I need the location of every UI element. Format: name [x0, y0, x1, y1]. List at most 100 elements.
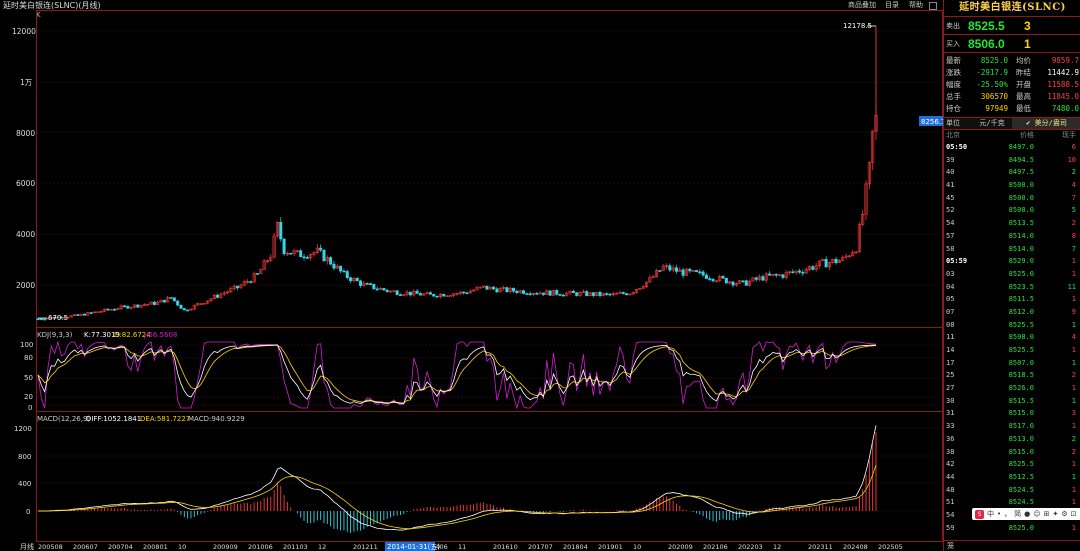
candle-body: [801, 271, 805, 274]
unit-label: 单位: [946, 119, 960, 127]
tick-volume: 2: [1071, 168, 1076, 177]
candle-body: [186, 309, 190, 312]
chart-area[interactable]: 延时美白银连(SLNC)(月线) K 商品叠加 目录 帮助 12000 1万 8…: [0, 0, 943, 551]
candle-body: [668, 265, 672, 271]
time-tick-label: 200909: [213, 543, 238, 551]
time-tick-label: 202203: [738, 543, 763, 551]
tick-volume: 1: [1071, 460, 1076, 469]
kline-chart[interactable]: 12000 1万 8000 6000 4000 2000 12178.5 670…: [0, 0, 943, 551]
price-axis-label: 2000: [16, 281, 35, 290]
candle-body: [615, 293, 619, 295]
tick-price: 8524.5: [1008, 485, 1034, 494]
ime-item[interactable]: ✦: [1052, 510, 1058, 518]
ime-item[interactable]: ⊞: [1044, 510, 1050, 518]
candle-body: [249, 281, 253, 283]
tick-time: 03: [946, 269, 955, 278]
kdj-axis-label: 100: [20, 341, 33, 349]
stat-v: -2917.9: [976, 68, 1008, 77]
ime-item[interactable]: ⚙: [1061, 510, 1067, 518]
tick-time: 39: [946, 155, 955, 164]
time-tick-label: 201006: [248, 543, 273, 551]
candle-body: [442, 293, 446, 297]
macd-dea-line: [37, 464, 877, 530]
tick-volume: 1: [1071, 269, 1076, 278]
candle-body: [385, 289, 389, 292]
tick-time: 27: [946, 384, 955, 393]
tick-row: 36 8513.0 2: [944, 433, 1080, 446]
tick-time: 05:50: [946, 143, 968, 151]
tick-time: 44: [946, 472, 955, 481]
ime-item[interactable]: ⊡: [1071, 510, 1077, 518]
buy-row: 买入 8506.0 1: [944, 35, 1080, 53]
candle-body: [152, 301, 156, 305]
time-tick-label: 202505: [878, 543, 903, 551]
tick-time: 41: [946, 181, 955, 190]
candle-body: [282, 238, 286, 255]
candle-body: [432, 293, 436, 297]
ime-toolbar[interactable]: S 中 •，简 ● ☺ ⊞ ✦ ⚙ ⊡: [972, 508, 1080, 520]
tick-row: 52 8500.0 5: [944, 204, 1080, 217]
tick-time: 11: [946, 333, 955, 342]
tick-volume: 2: [1071, 434, 1076, 443]
tick-price: 8529.0: [1008, 257, 1034, 266]
tick-volume: 1: [1071, 358, 1076, 367]
tick-time: 40: [946, 168, 955, 177]
candle-body: [415, 290, 419, 294]
tick-row: 39 8494.5 10: [944, 154, 1080, 167]
candle-body: [561, 294, 565, 297]
candle-body: [359, 280, 363, 286]
candle-body: [591, 292, 595, 296]
candle-body: [369, 283, 373, 285]
candle-body: [289, 252, 293, 255]
tick-list[interactable]: 05:50 8497.0 6 39 8494.5 10 40 8497.5 2 41 8500.0 4…: [944, 141, 1080, 534]
stat-l: 持仓: [946, 104, 961, 113]
candle-body: [305, 257, 309, 259]
unit-selector: 单位 元/千克 ✔ 美分/盎司: [944, 118, 1080, 130]
ime-item[interactable]: ☺: [1033, 510, 1040, 518]
candle-body: [435, 295, 439, 298]
candle-body: [89, 312, 93, 314]
tick-volume: 4: [1071, 333, 1076, 342]
stat-l2: 开盘: [1016, 80, 1031, 89]
tick-price: 8525.5: [1008, 460, 1034, 469]
ime-item[interactable]: ，: [1004, 509, 1011, 519]
tick-time: 08: [946, 320, 955, 329]
candle-body: [332, 263, 336, 269]
quote-panel: 延时美白银连(SLNC) 卖出 8525.5 3 买入 8506.0 1 最新 8…: [943, 0, 1080, 551]
stat-v: 8525.0: [980, 56, 1008, 65]
ime-item[interactable]: 中: [987, 509, 994, 519]
candle-body: [741, 280, 745, 283]
ime-item[interactable]: ●: [1024, 510, 1030, 518]
candle-body: [492, 286, 496, 290]
sell-price: 8525.5: [968, 18, 1005, 33]
col-volume: 现手: [1062, 131, 1076, 139]
candle-body: [375, 288, 379, 291]
stat-v2: 11588.5: [1047, 80, 1079, 89]
tick-row: 48 8524.5 1: [944, 484, 1080, 497]
candle-body: [608, 293, 612, 296]
tick-row: 08 8525.5 1: [944, 319, 1080, 332]
candle-body: [39, 318, 43, 321]
unit-option-cents[interactable]: ✔ 美分/盎司: [1012, 118, 1080, 129]
time-tick-label: 10: [633, 543, 641, 551]
tick-time: 36: [946, 434, 955, 443]
candle-body: [575, 292, 579, 296]
sell-row: 卖出 8525.5 3: [944, 17, 1080, 35]
candle-body: [172, 297, 176, 302]
stat-l2: 最高: [1016, 92, 1031, 101]
time-tick-label: 202106: [703, 543, 728, 551]
candle-body: [548, 290, 552, 296]
unit-option-yuan[interactable]: 元/千克: [972, 118, 1012, 129]
tick-row: 54 8513.5 2: [944, 217, 1080, 230]
time-tick-label: 202408: [843, 543, 868, 551]
macd-dea-value: DEA:581.7227: [140, 415, 190, 423]
candle-body: [329, 257, 333, 265]
tick-row: 45 8500.0 7: [944, 192, 1080, 205]
candle-body: [342, 270, 346, 273]
ime-item[interactable]: 简: [1014, 509, 1021, 519]
tick-row: 40 8497.5 2: [944, 166, 1080, 179]
ime-item[interactable]: •: [997, 510, 1001, 518]
tick-volume: 1: [1071, 257, 1076, 266]
time-tick-label: 201804: [563, 543, 588, 551]
tick-time: 33: [946, 422, 955, 431]
